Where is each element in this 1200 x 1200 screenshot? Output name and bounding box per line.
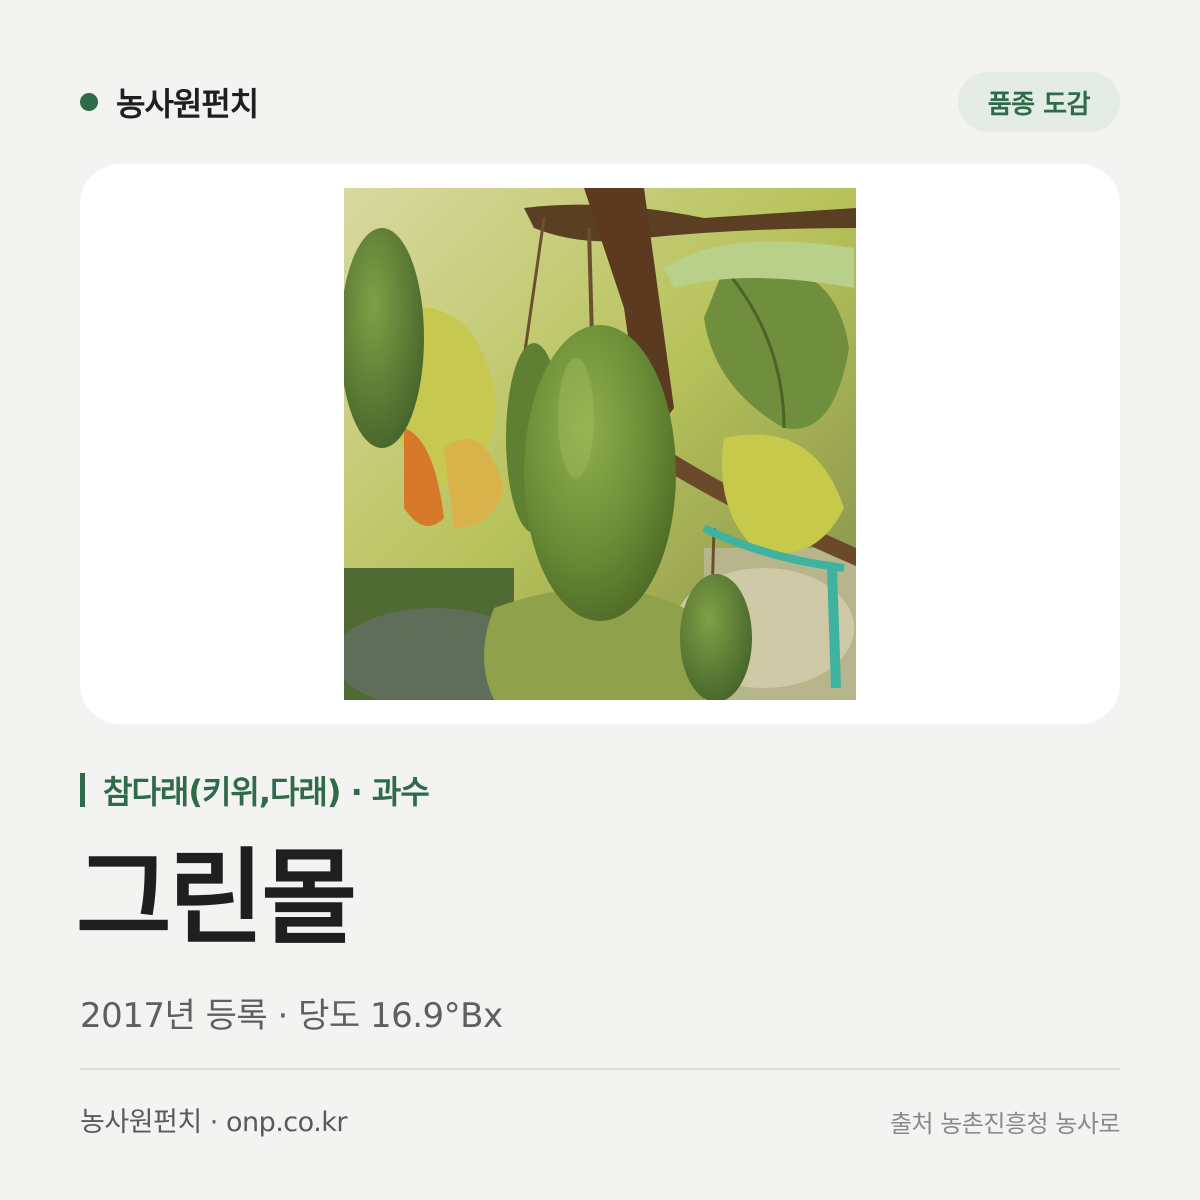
variety-name: 그린몰 — [76, 837, 357, 959]
footer-site[interactable]: 농사원펀치 · onp.co.kr — [80, 1100, 348, 1139]
brand-name: 농사원펀치 — [116, 85, 259, 123]
variety-category: 참다래(키위,다래) · 과수 — [80, 768, 430, 812]
category-accent-bar — [80, 773, 85, 807]
brand-dot-icon — [80, 93, 98, 111]
image-card — [80, 164, 1120, 724]
variety-meta: 2017년 등록 · 당도 16.9°Bx — [80, 996, 503, 1036]
header: 농사원펀치 품종 도감 — [80, 72, 1120, 132]
divider — [80, 1068, 1120, 1070]
category-label: 참다래(키위,다래) · 과수 — [103, 773, 430, 811]
brand: 농사원펀치 — [80, 79, 259, 125]
kiwi-fruit-photo — [344, 188, 856, 700]
footer-source: 출처 농촌진흥청 농사로 — [889, 1110, 1121, 1138]
catalog-badge[interactable]: 품종 도감 — [957, 72, 1120, 132]
